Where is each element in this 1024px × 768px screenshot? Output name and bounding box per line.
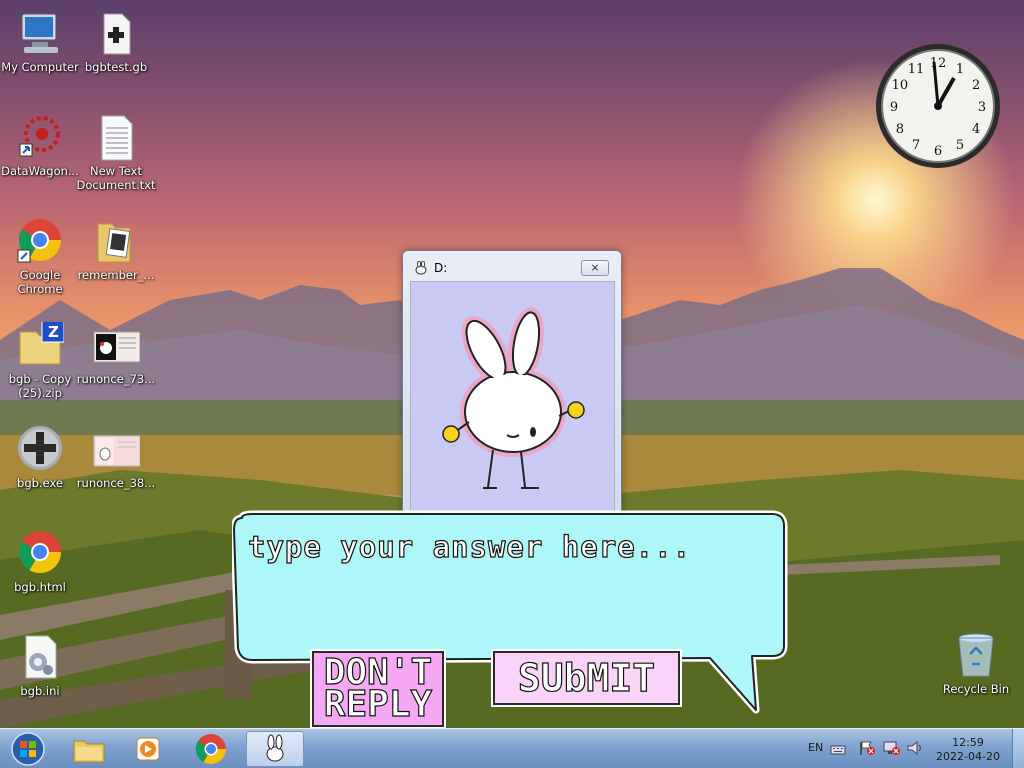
clock-number: 2 xyxy=(972,78,980,93)
clock-gadget[interactable]: 12 1 2 3 4 5 6 7 8 9 10 11 xyxy=(874,42,1002,170)
desktop-icon-datawagon[interactable]: DataWagon... xyxy=(0,114,80,178)
desktop-icon-new-text-document[interactable]: New Text Document.txt xyxy=(76,114,156,192)
desktop-icon-bgb-exe[interactable]: bgb.exe xyxy=(0,426,80,490)
clock-number: 6 xyxy=(934,144,942,159)
chrome-icon xyxy=(195,734,226,765)
datawagon-icon xyxy=(16,114,64,162)
desktop-icon-bgb-ini[interactable]: bgb.ini xyxy=(0,634,80,698)
icon-label: Recycle Bin xyxy=(942,682,1010,696)
icon-label: My Computer xyxy=(1,60,79,74)
desktop-icon-runonce-73[interactable]: runonce_73... xyxy=(76,322,156,386)
taskbar: EN 12:59 2022-04-20 xyxy=(0,728,1024,768)
bunny-icon xyxy=(413,260,429,275)
icon-label: bgb.exe xyxy=(17,476,63,490)
desktop-icon-remember[interactable]: remember_... xyxy=(76,218,156,282)
zip-folder-icon: Z xyxy=(16,319,65,370)
gb-file-icon xyxy=(92,10,140,58)
ini-file-icon xyxy=(16,634,64,682)
icon-label: runonce_38... xyxy=(76,476,156,490)
desktop-icon-runonce-38[interactable]: runonce_38... xyxy=(76,426,156,490)
network-icon[interactable] xyxy=(882,740,900,756)
volume-icon[interactable] xyxy=(906,740,924,756)
icon-label: bgb.ini xyxy=(20,684,60,698)
dont-reply-button[interactable]: DON'T REPLY xyxy=(310,649,446,729)
text-file-icon xyxy=(92,114,140,162)
clock-number: 5 xyxy=(956,138,964,153)
language-indicator[interactable]: EN xyxy=(808,741,823,754)
windows-logo-icon xyxy=(11,732,45,766)
submit-button[interactable]: SUbMIT xyxy=(491,649,682,707)
computer-icon xyxy=(16,10,64,58)
icon-label: bgb.html xyxy=(14,580,66,594)
icon-label: DataWagon... xyxy=(1,164,79,178)
submit-label: SUbMIT xyxy=(517,655,656,700)
chrome-icon xyxy=(16,218,64,266)
chrome-icon xyxy=(16,530,64,578)
show-desktop-button[interactable] xyxy=(1012,729,1024,768)
icon-label: bgb - Copy (25).zip xyxy=(8,372,72,400)
desktop-icon-bgb-copy-zip[interactable]: Z bgb - Copy (25).zip xyxy=(0,319,80,400)
system-clock[interactable]: 12:59 2022-04-20 xyxy=(932,736,1004,764)
desktop-icon-recycle-bin[interactable]: Recycle Bin xyxy=(936,632,1016,696)
desktop-icon-bgb-html[interactable]: bgb.html xyxy=(0,530,80,594)
image-file-icon xyxy=(92,322,141,370)
folder-icon xyxy=(92,218,140,266)
media-player-icon xyxy=(136,737,160,761)
clock-number: 4 xyxy=(972,122,980,137)
gamepad-icon xyxy=(16,426,64,474)
action-center-flag-icon[interactable] xyxy=(858,740,876,756)
icon-label: runonce_73... xyxy=(76,372,156,386)
tray-time-text: 12:59 xyxy=(952,736,984,749)
clock-number: 7 xyxy=(912,138,920,153)
taskbar-chrome[interactable] xyxy=(182,731,240,767)
close-icon: ⨯ xyxy=(590,261,600,274)
clock-number: 3 xyxy=(978,100,986,115)
folder-icon xyxy=(73,740,105,763)
image-file-icon xyxy=(92,426,141,474)
bunny-canvas xyxy=(410,281,615,513)
desktop-icon-google-chrome[interactable]: Google Chrome xyxy=(0,218,80,296)
taskbar-media-player[interactable] xyxy=(120,731,178,767)
taskbar-bunny-app[interactable] xyxy=(246,731,304,767)
taskbar-explorer[interactable] xyxy=(60,731,118,767)
icon-label: New Text Document.txt xyxy=(76,164,156,192)
icon-label: remember_... xyxy=(77,268,155,282)
window-titlebar[interactable]: D: ⨯ xyxy=(403,251,621,281)
answer-input[interactable] xyxy=(248,527,768,567)
clock-number: 10 xyxy=(892,78,909,93)
window-title: D: xyxy=(434,261,448,275)
clock-number: 1 xyxy=(956,62,964,77)
desktop-icon-bgbtest[interactable]: bgbtest.gb xyxy=(76,10,156,74)
close-button[interactable]: ⨯ xyxy=(581,260,609,276)
clock-number: 9 xyxy=(890,100,898,115)
tray-date-text: 2022-04-20 xyxy=(936,750,1000,763)
icon-label: Google Chrome xyxy=(17,268,63,296)
bunny-character xyxy=(442,307,585,489)
start-button[interactable] xyxy=(2,731,54,767)
bunny-window[interactable]: D: ⨯ xyxy=(402,250,622,520)
icon-label: bgbtest.gb xyxy=(84,60,148,74)
dont-reply-line2: REPLY xyxy=(323,684,433,725)
recycle-bin-icon xyxy=(952,632,1000,680)
clock-number: 11 xyxy=(908,62,925,77)
clock-number: 12 xyxy=(930,56,947,71)
desktop-icon-my-computer[interactable]: My Computer xyxy=(0,10,80,74)
keyboard-icon[interactable] xyxy=(830,741,846,755)
bunny-icon xyxy=(266,734,284,762)
svg-text:Z: Z xyxy=(48,323,59,341)
clock-number: 8 xyxy=(896,122,904,137)
